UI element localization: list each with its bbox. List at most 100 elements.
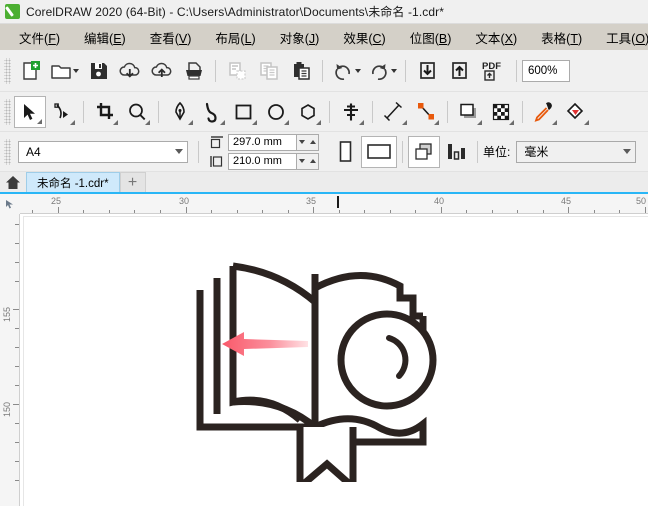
publish-pdf-button[interactable]: PDF: [475, 55, 511, 87]
menu-bar: 文件(F) 编辑(E) 查看(V) 布局(L) 对象(J) 效果(C) 位图(B…: [0, 24, 648, 50]
redo-dropdown-caret[interactable]: [390, 68, 397, 73]
document-tab-label: 未命名 -1.cdr*: [37, 177, 109, 190]
freehand-tool[interactable]: [164, 96, 196, 128]
add-page-tab-button[interactable]: +: [119, 172, 146, 192]
import-file-button[interactable]: [411, 55, 443, 87]
menu-edit[interactable]: 编辑(E): [75, 25, 135, 50]
toolbox-toolbar: [0, 92, 648, 132]
menu-effects[interactable]: 效果(C): [334, 25, 394, 50]
page-height-spinner[interactable]: [297, 152, 319, 170]
vruler-label-0: 155: [2, 306, 12, 322]
parallel-dimension-tool[interactable]: [378, 96, 410, 128]
property-separator-3: [477, 140, 478, 163]
menu-object[interactable]: 对象(J): [271, 25, 329, 50]
units-chevron-down-icon: [623, 149, 632, 154]
save-document-button[interactable]: [82, 55, 114, 87]
menu-object-label: 对象: [279, 31, 305, 46]
page-height-input[interactable]: 210.0 mm: [228, 152, 297, 170]
menu-file-mnemonic: F: [48, 31, 56, 46]
menu-view[interactable]: 查看(V): [141, 25, 201, 50]
open-dropdown-caret[interactable]: [72, 68, 79, 73]
menu-bitmap[interactable]: 位图(B): [401, 25, 461, 50]
toolbar-separator-3: [405, 59, 406, 82]
shape-tool[interactable]: [46, 96, 78, 128]
interactive-fill-tool[interactable]: [560, 96, 592, 128]
menu-layout-mnemonic: L: [244, 31, 252, 46]
page-width-spinner[interactable]: [297, 133, 319, 151]
portrait-button[interactable]: [329, 136, 361, 168]
transparency-tool[interactable]: [485, 96, 517, 128]
redo-button[interactable]: [364, 55, 400, 87]
toolbar-gripper[interactable]: [4, 57, 11, 84]
property-separator-1: [198, 140, 199, 163]
zoom-tool[interactable]: [121, 96, 153, 128]
horizontal-ruler[interactable]: 25 30 35 40 45 50: [0, 194, 648, 214]
book-award-medal-illustration[interactable]: [175, 242, 475, 482]
toolbox-separator-4: [372, 100, 373, 123]
menu-layout[interactable]: 布局(L): [206, 25, 264, 50]
title-bar: CorelDRAW 2020 (64-Bit) - C:\Users\Admin…: [0, 0, 648, 24]
menu-tools-label: 工具: [606, 31, 632, 46]
hruler-label-2: 35: [306, 196, 317, 206]
menu-file[interactable]: 文件(F): [10, 25, 69, 50]
menu-tools[interactable]: 工具(O): [597, 25, 648, 50]
home-button[interactable]: [0, 172, 26, 192]
menu-layout-label: 布局: [215, 31, 241, 46]
page-width-input[interactable]: 297.0 mm: [228, 133, 297, 151]
menu-edit-label: 编辑: [84, 31, 110, 46]
menu-text[interactable]: 文本(X): [466, 25, 526, 50]
chevron-down-icon: [175, 149, 183, 154]
work-area: 25 30 35 40 45 50 155 150: [0, 194, 648, 506]
toolbar-separator-2: [322, 59, 323, 82]
toolbox-separator-6: [522, 100, 523, 123]
new-document-button[interactable]: [14, 55, 46, 87]
artistic-media-tool[interactable]: [196, 96, 228, 128]
page-width-icon: [208, 134, 225, 150]
ruler-origin-corner[interactable]: [0, 194, 20, 214]
menu-edit-mnemonic: E: [113, 31, 122, 46]
rectangle-tool[interactable]: [228, 96, 260, 128]
page-origin-marker: [337, 196, 339, 208]
all-pages-button[interactable]: [408, 135, 440, 168]
zoom-level-input[interactable]: 600%: [522, 59, 570, 82]
text-tool[interactable]: [335, 96, 367, 128]
export-button[interactable]: [146, 55, 178, 87]
units-select[interactable]: 毫米: [516, 140, 637, 163]
copy-button: [253, 55, 285, 87]
coreldraw-window: CorelDRAW 2020 (64-Bit) - C:\Users\Admin…: [0, 0, 648, 506]
menu-object-mnemonic: J: [308, 31, 316, 46]
menu-view-mnemonic: V: [178, 31, 188, 46]
menu-table[interactable]: 表格(T): [532, 25, 591, 50]
page-dimensions-group: 297.0 mm 210.0 mm: [208, 133, 319, 170]
menu-table-mnemonic: T: [570, 31, 578, 46]
undo-button[interactable]: [328, 55, 364, 87]
landscape-button[interactable]: [361, 135, 397, 168]
polygon-tool[interactable]: [292, 96, 324, 128]
drop-shadow-tool[interactable]: [453, 96, 485, 128]
toolbox-separator-5: [447, 100, 448, 123]
document-tab[interactable]: 未命名 -1.cdr*: [26, 172, 120, 192]
crop-tool[interactable]: [89, 96, 121, 128]
page-size-select[interactable]: A4: [18, 140, 188, 163]
print-button[interactable]: [178, 55, 210, 87]
paste-button[interactable]: [285, 55, 317, 87]
toolbox-separator-1: [83, 100, 84, 123]
medal-circle: [337, 310, 437, 410]
import-button[interactable]: [114, 55, 146, 87]
open-document-button[interactable]: [46, 55, 82, 87]
property-bar-gripper[interactable]: [4, 138, 11, 165]
current-page-button[interactable]: [440, 136, 472, 168]
pick-tool[interactable]: [14, 95, 46, 128]
cut-button: [221, 55, 253, 87]
units-label: 单位:: [483, 145, 511, 159]
connector-tool[interactable]: [410, 96, 442, 128]
ellipse-tool[interactable]: [260, 96, 292, 128]
drawing-canvas[interactable]: [20, 214, 648, 506]
color-eyedropper-tool[interactable]: [528, 96, 560, 128]
undo-dropdown-caret[interactable]: [354, 68, 361, 73]
toolbox-gripper[interactable]: [4, 98, 11, 125]
page-height-icon: [208, 153, 225, 169]
vruler-label-1: 150: [2, 401, 12, 417]
export-file-button[interactable]: [443, 55, 475, 87]
vertical-ruler[interactable]: 155 150: [0, 214, 20, 506]
